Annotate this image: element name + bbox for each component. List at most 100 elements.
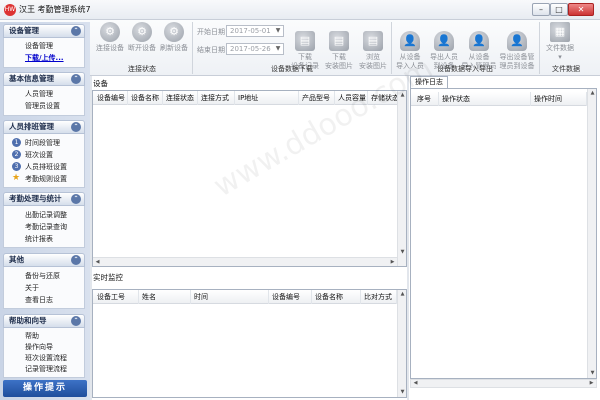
column-header[interactable]: 设备编号 [269, 290, 312, 304]
sidebar-section-body: 人员管理 管理员设置 [3, 86, 85, 116]
sidebar-item-help[interactable]: 帮助 [25, 331, 39, 341]
disconnect-device-button[interactable]: ⚙ 断开设备 [126, 22, 158, 62]
refresh-device-button[interactable]: ⚙ 刷新设备 [158, 22, 190, 62]
step-2-icon: 2 [12, 150, 21, 159]
collapse-icon[interactable]: ⌃ [71, 26, 81, 36]
monitor-table[interactable]: 设备工号 姓名 时间 设备编号 设备名称 比对方式 ▲ ▼ [92, 289, 407, 398]
column-header[interactable]: 设备名称 [312, 290, 361, 304]
column-header[interactable]: 序号 [414, 92, 439, 106]
scroll-up-icon[interactable]: ▲ [588, 89, 597, 98]
horizontal-scrollbar[interactable]: ◀ ▶ [93, 257, 397, 266]
vertical-scrollbar[interactable]: ▲ ▼ [397, 290, 406, 397]
horizontal-scrollbar[interactable]: ◀ ▶ [410, 379, 597, 388]
sidebar-item-wizard[interactable]: 操作向导 [25, 342, 53, 352]
vertical-scrollbar[interactable]: ▲ ▼ [587, 89, 596, 378]
column-header[interactable]: 操作时间 [531, 92, 587, 106]
sidebar-section-body: 出勤记录调整 考勤记录查询 统计报表 [3, 206, 85, 248]
gear-icon: ⚙ [164, 22, 184, 42]
column-header[interactable]: 连接方式 [198, 91, 235, 105]
sidebar-item-backup[interactable]: 备份与还原 [25, 271, 60, 281]
sidebar-section-body: 设备管理 下载/上传... [3, 38, 85, 68]
person-icon: 👤 [400, 31, 420, 51]
step-1-icon: 1 [12, 138, 21, 147]
export-admin-button[interactable]: 👤 导出设备管 理员到设备 [497, 22, 537, 70]
scroll-right-icon[interactable]: ▶ [587, 379, 596, 388]
sidebar-item-admin-settings[interactable]: 管理员设置 [25, 101, 60, 111]
vertical-scrollbar[interactable]: ▲ ▼ [397, 91, 406, 266]
window-title: 汉王 考勤管理系统7 [19, 5, 91, 14]
column-header[interactable]: 设备编号 [94, 91, 128, 105]
chevron-down-icon: ▾ [558, 53, 562, 61]
sidebar-section-attendance[interactable]: 考勤处理与统计 ⌃ [3, 192, 85, 206]
sidebar-section-body: 1 时间段管理 2 班次设置 3 人员排班设置 ★ 考勤规则设置 [3, 134, 85, 188]
scroll-down-icon[interactable]: ▼ [398, 388, 407, 397]
sidebar-item-view-log[interactable]: 查看日志 [25, 295, 53, 305]
end-date-picker[interactable]: 2017-05-26 ▼ [226, 43, 284, 55]
document-icon: ▤ [363, 31, 383, 51]
start-date-picker[interactable]: 2017-05-01 ▼ [226, 25, 284, 37]
sidebar-item-reports[interactable]: 统计报表 [25, 234, 53, 244]
collapse-icon[interactable]: ⌃ [71, 194, 81, 204]
column-header[interactable]: 姓名 [139, 290, 191, 304]
sidebar-item-download-upload[interactable]: 下载/上传... [25, 53, 64, 63]
collapse-icon[interactable]: ⌃ [71, 122, 81, 132]
collapse-icon[interactable]: ⌃ [71, 255, 81, 265]
sidebar-item-person-manage[interactable]: 人员管理 [25, 89, 53, 99]
device-panel-title: 设备 [93, 79, 108, 88]
scroll-left-icon[interactable]: ◀ [93, 258, 102, 267]
log-table[interactable]: 序号 操作状态 操作时间 ▲ ▼ [410, 88, 597, 379]
sidebar-item-attendance-rules[interactable]: 考勤规则设置 [25, 174, 67, 184]
toolbar-separator [539, 22, 540, 74]
download-records-button[interactable]: ▤ 下载 设备记录 [288, 22, 322, 70]
sidebar-section-scheduling[interactable]: 人员排班管理 ⌃ [3, 120, 85, 134]
column-header[interactable]: 时间 [191, 290, 269, 304]
sidebar-section-body: 备份与还原 关于 查看日志 [3, 267, 85, 309]
sidebar-item-record-adjust[interactable]: 出勤记录调整 [25, 210, 67, 220]
browse-photos-button[interactable]: ▤ 浏览 安装图片 [356, 22, 390, 70]
step-3-icon: 3 [12, 162, 21, 171]
column-header[interactable]: 比对方式 [361, 290, 397, 304]
collapse-icon[interactable]: ⌃ [71, 74, 81, 84]
column-header[interactable]: IP地址 [235, 91, 299, 105]
minimize-button[interactable]: – [532, 3, 550, 16]
collapse-icon[interactable]: ⌃ [71, 316, 81, 326]
group-label-file: 文件数据 [552, 65, 580, 73]
maximize-button[interactable]: □ [550, 3, 568, 16]
sidebar-item-person-schedule[interactable]: 人员排班设置 [25, 162, 67, 172]
column-header[interactable]: 设备名称 [128, 91, 163, 105]
sidebar-section-device[interactable]: 设备管理 ⌃ [3, 24, 85, 38]
sidebar-item-shift-settings[interactable]: 班次设置 [25, 150, 53, 160]
splitter[interactable] [407, 76, 409, 400]
sidebar-item-record-flow[interactable]: 记录管理流程 [25, 364, 67, 374]
star-icon: ★ [12, 173, 21, 183]
sidebar-section-other[interactable]: 其他 ⌃ [3, 253, 85, 267]
column-header[interactable]: 设备工号 [94, 290, 139, 304]
scroll-down-icon[interactable]: ▼ [588, 369, 597, 378]
sidebar-item-record-query[interactable]: 考勤记录查询 [25, 222, 67, 232]
import-admin-button[interactable]: 👤 从设备 导入管理员 [461, 22, 497, 70]
chevron-down-icon: ▼ [275, 27, 281, 34]
column-header[interactable]: 连接状态 [163, 91, 198, 105]
close-button[interactable]: ✕ [568, 3, 594, 16]
sidebar-section-help[interactable]: 帮助和向导 ⌃ [3, 314, 85, 328]
sidebar-item-device-manage[interactable]: 设备管理 [25, 41, 53, 51]
column-header[interactable]: 操作状态 [439, 92, 531, 106]
operation-tips-button[interactable]: 操作提示 [3, 380, 87, 397]
scroll-right-icon[interactable]: ▶ [388, 258, 397, 267]
sidebar-item-time-period[interactable]: 时间段管理 [25, 138, 60, 148]
download-photos-button[interactable]: ▤ 下载 安装图片 [322, 22, 356, 70]
sidebar-section-body: 帮助 操作向导 班次设置流程 记录管理流程 [3, 328, 85, 378]
file-data-button[interactable]: ▦ 文件数据 ▾ [541, 22, 579, 62]
person-icon: 👤 [507, 31, 527, 51]
connect-device-button[interactable]: ⚙ 连接设备 [94, 22, 126, 62]
scroll-down-icon[interactable]: ▼ [398, 248, 407, 257]
sidebar-item-about[interactable]: 关于 [25, 283, 39, 293]
group-label-download: 设备数据下载 [271, 65, 313, 73]
scroll-left-icon[interactable]: ◀ [411, 379, 420, 388]
title-bar: HW 汉王 考勤管理系统7 – □ ✕ [0, 0, 600, 20]
chevron-down-icon: ▼ [275, 45, 281, 52]
export-person-button[interactable]: 👤 导出人员 到设备 [427, 22, 461, 70]
scroll-up-icon[interactable]: ▲ [398, 290, 407, 299]
sidebar-section-basic-info[interactable]: 基本信息管理 ⌃ [3, 72, 85, 86]
sidebar-item-shift-flow[interactable]: 班次设置流程 [25, 353, 67, 363]
